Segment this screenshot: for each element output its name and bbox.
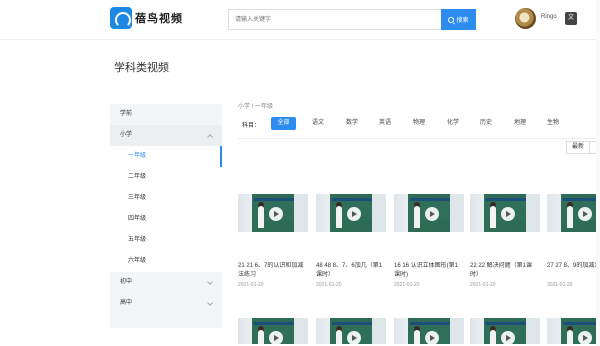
language-icon[interactable]: 文 xyxy=(565,12,577,25)
video-thumbnail[interactable] xyxy=(238,194,308,232)
play-icon[interactable] xyxy=(501,207,515,221)
subject-chip-math[interactable]: 数学 xyxy=(340,117,364,130)
video-card[interactable]: 27 27 8、9的加减法 2021-01-20 xyxy=(547,194,596,294)
sidebar-subitem-grade-2[interactable]: 二年级 xyxy=(110,167,222,188)
sidebar: 学前 小学 一年级 二年级 三年级 四年级 五年级 六年级 初中 高中 xyxy=(110,104,222,328)
video-title[interactable]: 21 21 6、7的认识和加减法练习 xyxy=(238,262,308,280)
play-icon[interactable] xyxy=(578,207,592,221)
subject-chip-geography[interactable]: 地理 xyxy=(508,117,532,130)
video-date: 2021-01-20 xyxy=(470,282,496,288)
video-thumbnail[interactable] xyxy=(238,318,308,344)
filter-divider xyxy=(238,138,600,139)
play-icon[interactable] xyxy=(578,331,592,344)
sidebar-item-primary[interactable]: 小学 xyxy=(110,125,222,146)
video-title[interactable]: 27 27 8、9的加减法 xyxy=(547,262,596,280)
sidebar-item-label: 小学 xyxy=(120,132,133,138)
sidebar-item-preschool[interactable]: 学前 xyxy=(110,104,222,125)
play-icon[interactable] xyxy=(269,207,283,221)
subject-chip-history[interactable]: 历史 xyxy=(474,117,498,130)
sort-latest-button[interactable]: 最新 xyxy=(566,141,590,154)
username[interactable]: Ringo xyxy=(541,14,557,20)
video-thumbnail[interactable] xyxy=(470,194,540,232)
search-button-label: 搜索 xyxy=(456,18,469,24)
sidebar-subitem-grade-3[interactable]: 三年级 xyxy=(110,188,222,209)
sidebar-item-label: 初中 xyxy=(120,279,133,285)
sidebar-item-junior[interactable]: 初中 xyxy=(110,272,222,293)
video-thumbnail[interactable] xyxy=(394,318,464,344)
video-title[interactable]: 48 48 8、7、6加几（第1课时） xyxy=(316,262,386,280)
logo-text[interactable]: 蓓鸟视频 xyxy=(135,10,183,26)
video-thumbnail[interactable] xyxy=(470,318,540,344)
subject-chip-all[interactable]: 全部 xyxy=(271,117,296,130)
video-thumbnail[interactable] xyxy=(394,194,464,232)
chevron-down-icon xyxy=(207,279,213,285)
play-icon[interactable] xyxy=(347,331,361,344)
video-date: 2021-01-20 xyxy=(394,282,420,288)
page-title: 学科类视频 xyxy=(114,62,169,74)
video-card[interactable] xyxy=(470,318,540,344)
video-card[interactable] xyxy=(238,318,308,344)
video-thumbnail[interactable] xyxy=(547,194,596,232)
avatar[interactable] xyxy=(515,8,536,29)
chevron-down-icon xyxy=(207,300,213,306)
video-date: 2021-01-20 xyxy=(316,282,342,288)
subject-chip-biology[interactable]: 生物 xyxy=(541,117,565,130)
subject-filter-label: 科目： xyxy=(242,123,261,129)
subject-chip-physics[interactable]: 物理 xyxy=(407,117,431,130)
video-card[interactable] xyxy=(394,318,464,344)
video-thumbnail[interactable] xyxy=(316,194,386,232)
subject-chip-chinese[interactable]: 语文 xyxy=(306,117,330,130)
video-title[interactable]: 16 16 认识立体图形(第1课时) xyxy=(394,262,464,280)
sidebar-subitem-grade-4[interactable]: 四年级 xyxy=(110,209,222,230)
sidebar-subitem-grade-6[interactable]: 六年级 xyxy=(110,251,222,272)
video-card[interactable] xyxy=(547,318,596,344)
breadcrumb: 小学 / 一年级 xyxy=(238,104,274,110)
sidebar-subitem-grade-1[interactable]: 一年级 xyxy=(110,146,222,167)
play-icon[interactable] xyxy=(269,331,283,344)
sidebar-submenu-primary: 一年级 二年级 三年级 四年级 五年级 六年级 xyxy=(110,146,222,272)
video-date: 2021-01-20 xyxy=(547,282,573,288)
page-scrollbar[interactable] xyxy=(596,0,600,346)
play-icon[interactable] xyxy=(501,331,515,344)
video-date: 2021-01-20 xyxy=(238,282,264,288)
chevron-up-icon xyxy=(207,134,213,140)
logo-icon[interactable] xyxy=(110,7,132,29)
subject-chip-chemistry[interactable]: 化学 xyxy=(441,117,465,130)
play-icon[interactable] xyxy=(425,207,439,221)
subject-chip-english[interactable]: 英语 xyxy=(373,117,397,130)
search-icon xyxy=(448,16,455,23)
sidebar-item-senior[interactable]: 高中 xyxy=(110,293,222,314)
play-icon[interactable] xyxy=(347,207,361,221)
video-title[interactable]: 22 22 解决问题（第1课时） xyxy=(470,262,540,280)
top-header: 蓓鸟视频 搜索 Ringo 文 xyxy=(0,0,600,40)
sidebar-subitem-grade-5[interactable]: 五年级 xyxy=(110,230,222,251)
search-input[interactable] xyxy=(228,9,441,30)
video-card[interactable] xyxy=(316,318,386,344)
video-thumbnail[interactable] xyxy=(547,318,596,344)
search-button[interactable]: 搜索 xyxy=(441,9,476,30)
play-icon[interactable] xyxy=(425,331,439,344)
video-thumbnail[interactable] xyxy=(316,318,386,344)
sidebar-item-label: 高中 xyxy=(120,300,133,306)
